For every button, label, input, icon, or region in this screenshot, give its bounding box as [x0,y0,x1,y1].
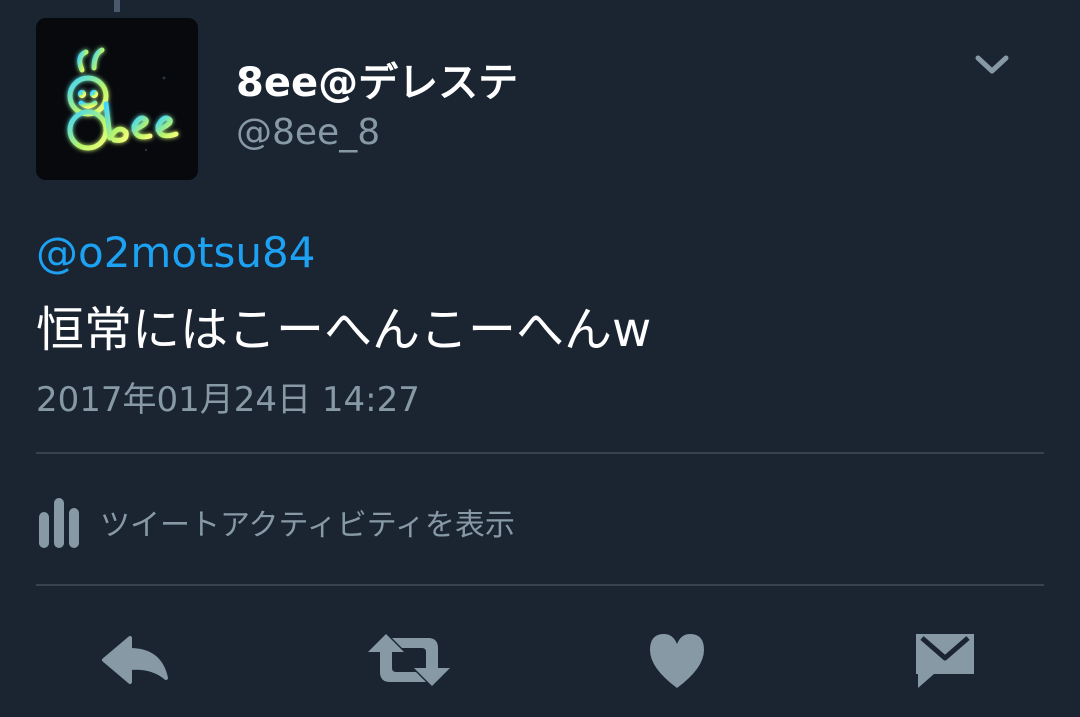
reply-icon[interactable] [100,628,180,692]
divider [36,452,1044,454]
direct-message-icon[interactable] [912,628,992,692]
author-handle[interactable]: @8ee_8 [236,112,380,153]
view-tweet-activity-button[interactable]: ツイートアクティビティを表示 [36,490,636,550]
thread-connector-line [114,0,120,12]
author-display-name[interactable]: 8ee@デレステ [236,50,518,108]
like-icon[interactable] [646,628,726,692]
divider [36,584,1044,586]
avatar-logo-image [36,18,198,180]
avatar[interactable] [36,18,198,180]
bar-chart-icon [39,498,79,548]
mention-link[interactable]: @o2motsu84 [36,228,315,277]
tweet-timestamp: 2017年01月24日 14:27 [36,380,420,420]
retweet-icon[interactable] [364,628,454,692]
tweet-text: 恒常にはこーへんこーへんw [36,302,652,358]
chevron-down-icon[interactable] [972,50,1012,78]
view-tweet-activity-label: ツイートアクティビティを表示 [100,508,515,543]
